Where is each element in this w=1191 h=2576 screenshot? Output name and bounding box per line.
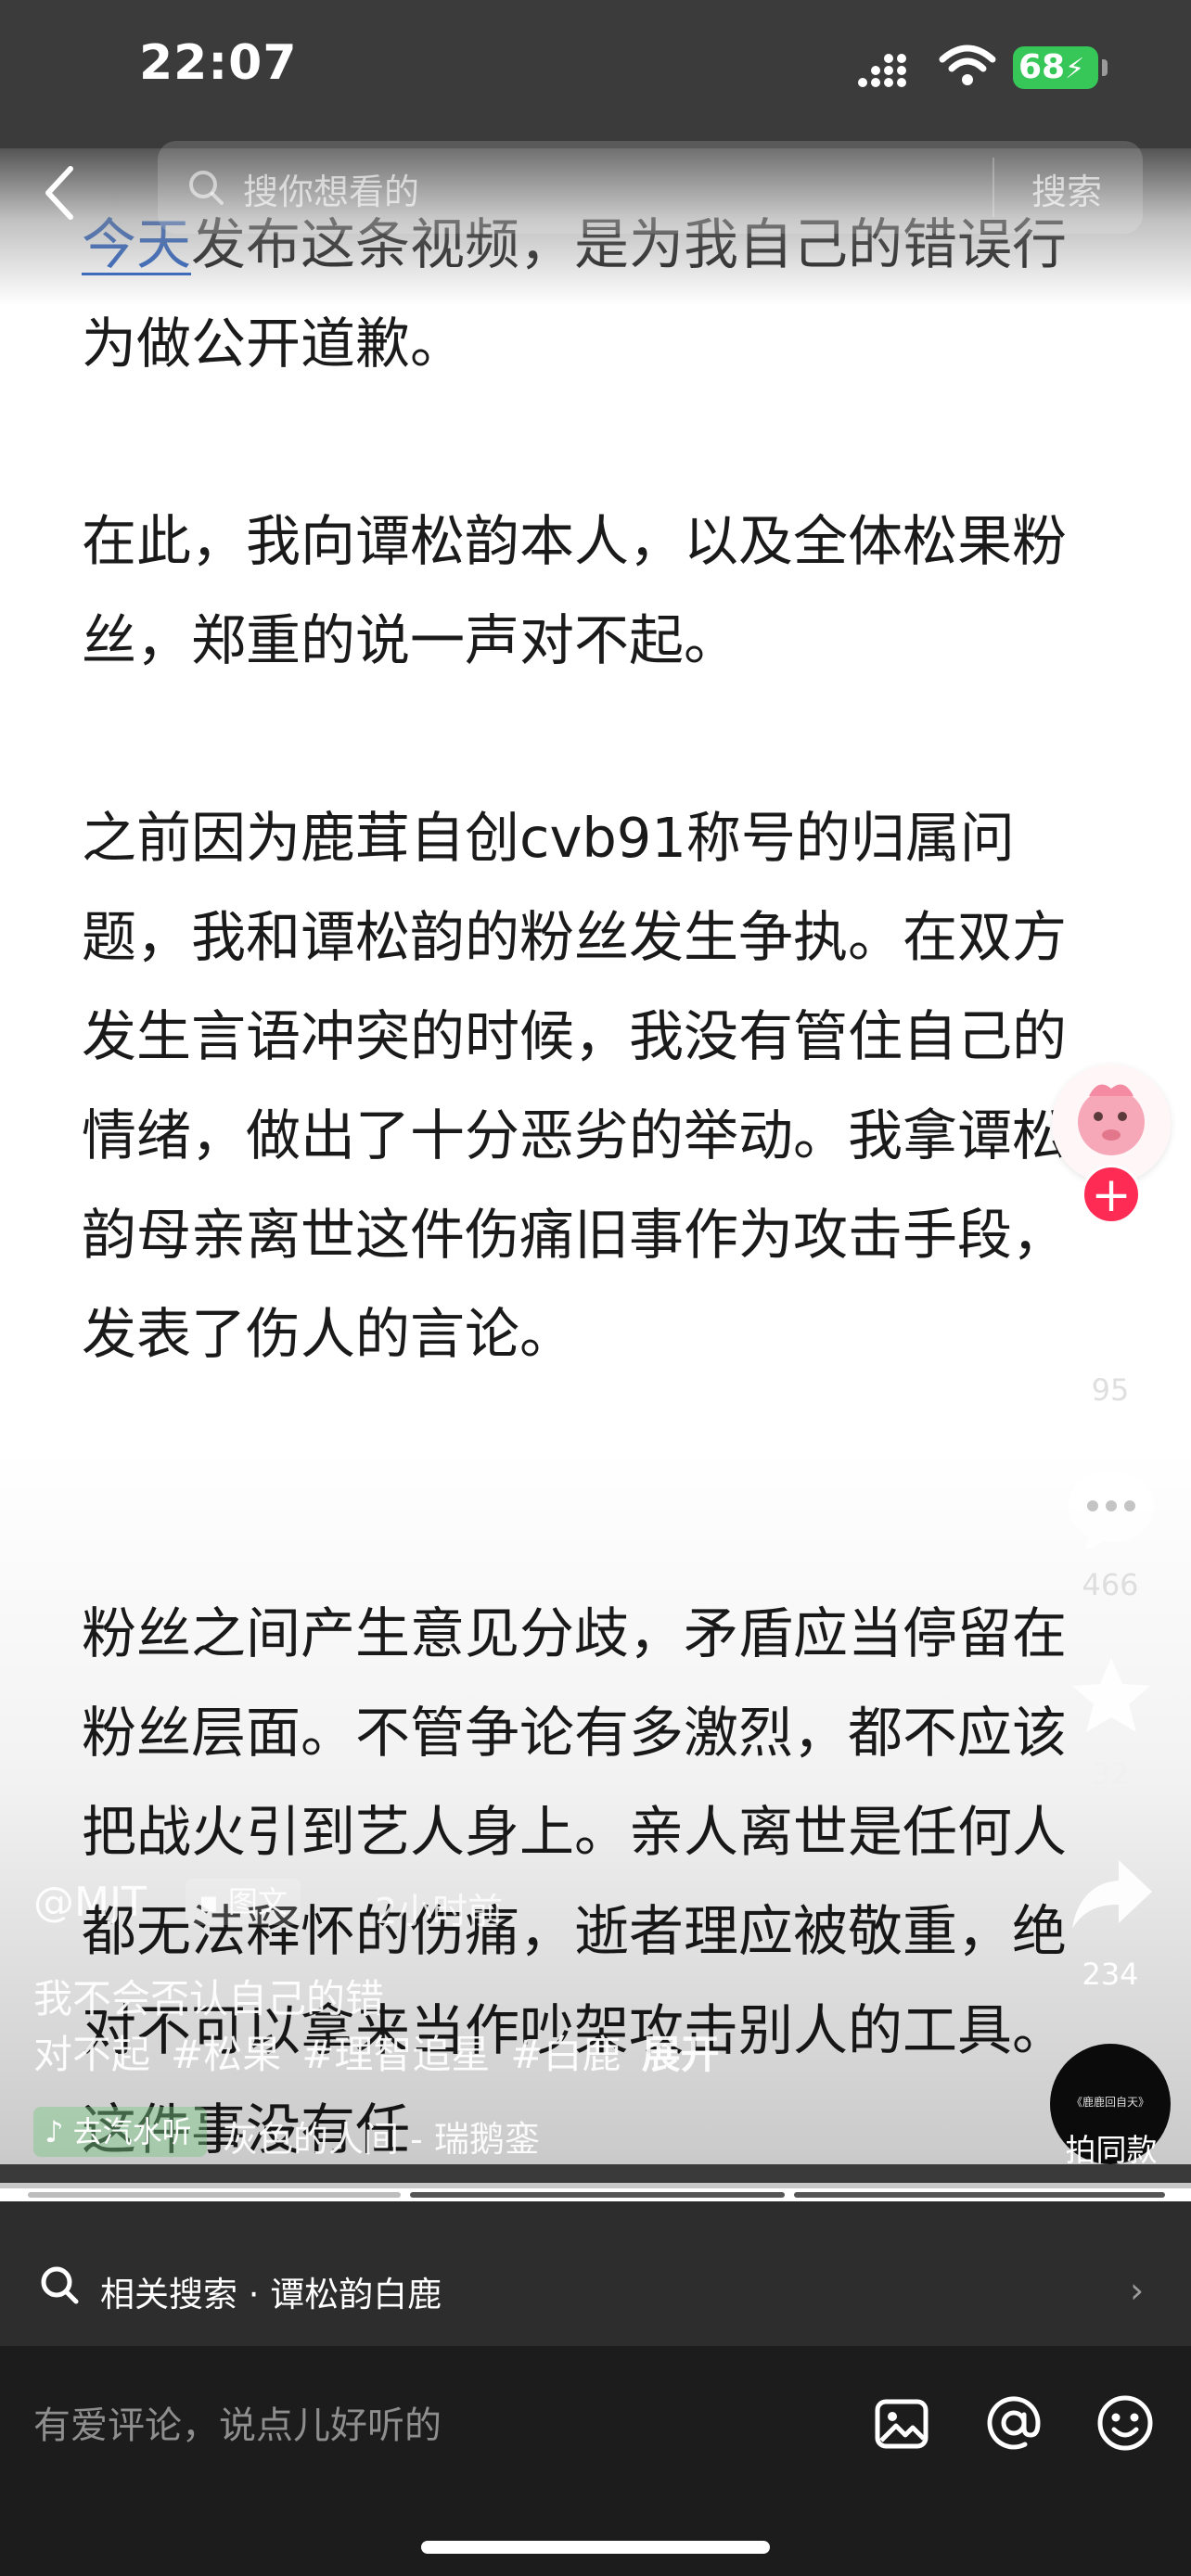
post-type-badge: ▪ 图文: [186, 1879, 301, 1925]
progress-track-background: [0, 2164, 1191, 2183]
author-name[interactable]: @MJT: [33, 1879, 147, 1926]
search-button[interactable]: 搜索: [1031, 163, 1102, 214]
emoji-icon[interactable]: [1095, 2392, 1156, 2454]
search-icon: [41, 2266, 79, 2304]
page-indicator: [794, 2192, 1165, 2198]
comment-icon[interactable]: [1063, 1465, 1159, 1554]
comment-count: 466: [1082, 1567, 1139, 1602]
hashtag-link[interactable]: #理智追星: [301, 2032, 490, 2077]
caption-prefix: 对不起: [33, 2032, 151, 2077]
share-arrow-icon[interactable]: [1067, 1855, 1156, 1938]
article-paragraph: 在此，我向谭松韵本人，以及全体松果粉丝，郑重的说一声对不起。: [82, 509, 1068, 672]
caption-tags-row: 对不起 #松果 #理智追星 #白鹿 展开: [33, 2023, 720, 2080]
page-indicator: [410, 2192, 785, 2198]
music-disc-title: 《鹿鹿回自天》: [1070, 2096, 1149, 2109]
remix-button-label[interactable]: 拍同款: [1046, 2125, 1176, 2170]
favorite-count: 32: [1091, 1756, 1130, 1792]
back-arrow-icon[interactable]: [41, 163, 78, 223]
share-count: 234: [1082, 1957, 1139, 1992]
music-title[interactable]: 灰色的人间 - 瑞鹅銮: [223, 2111, 540, 2162]
battery-indicator: 68⚡: [1013, 46, 1098, 89]
search-icon: [189, 171, 224, 205]
music-note-icon: ♪: [45, 2114, 73, 2149]
related-search-label[interactable]: 相关搜索 · 谭松韵白鹿: [100, 2266, 442, 2316]
heart-icon[interactable]: [1065, 1270, 1158, 1356]
charging-icon: ⚡: [1065, 53, 1085, 85]
chevron-right-icon: ›: [1130, 2270, 1145, 2311]
mention-at-icon[interactable]: [983, 2392, 1044, 2454]
search-placeholder[interactable]: 搜你想看的: [243, 163, 419, 214]
home-indicator: [421, 2541, 770, 2554]
post-caption: 我不会否认自己的错: [33, 1976, 385, 2021]
hashtag-link[interactable]: #白鹿: [510, 2032, 621, 2077]
post-time: 2小时前: [375, 1891, 504, 1932]
favorite-star-icon[interactable]: [1067, 1652, 1156, 1741]
battery-level: 68: [1018, 48, 1066, 86]
search-divider: [992, 158, 994, 217]
post-type-label: 图文: [227, 1884, 288, 1919]
status-time: 22:07: [139, 35, 298, 91]
expand-caption-button[interactable]: 展开: [642, 2032, 720, 2077]
page-indicator-active: [28, 2192, 401, 2198]
comment-input[interactable]: [33, 2398, 850, 2454]
music-app-badge[interactable]: ♪ 去汽水听: [33, 2107, 207, 2157]
follow-button[interactable]: +: [1082, 1165, 1141, 1224]
cellular-signal-icon: [858, 54, 906, 87]
image-post-icon: ▪: [198, 1884, 228, 1919]
music-app-label: 去汽水听: [72, 2114, 192, 2149]
article-paragraph: 之前因为鹿茸自创cvb91称号的归属问题，我和谭松韵的粉丝发生争执。在双方发生言…: [82, 806, 1068, 1366]
like-count: 95: [1091, 1372, 1130, 1408]
battery-tip: [1102, 59, 1108, 76]
hashtag-link[interactable]: #松果: [171, 2032, 281, 2077]
image-icon[interactable]: [872, 2394, 931, 2454]
wifi-icon: [939, 45, 996, 85]
